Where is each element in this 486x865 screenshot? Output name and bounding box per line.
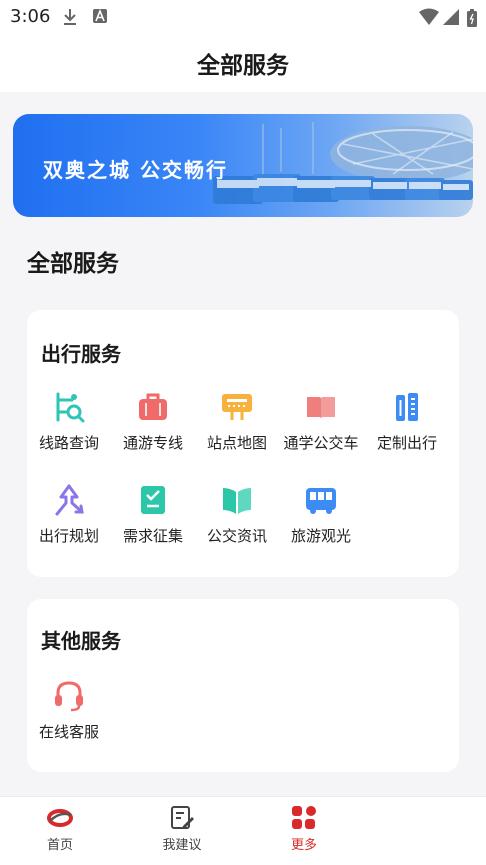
tab-label: 更多 <box>290 838 317 853</box>
tab-suggest[interactable]: 我建议 <box>132 805 232 861</box>
section-title: 全部服务 <box>27 251 119 277</box>
service-online-support[interactable]: 在线客服 <box>25 679 113 759</box>
clipboard-check-icon <box>141 486 165 514</box>
home-logo-icon <box>47 809 73 827</box>
status-bar: 3:06 <box>0 0 486 34</box>
service-label: 定制出行 <box>376 434 437 452</box>
service-label: 线路查询 <box>38 434 99 452</box>
more-grid-icon <box>292 806 316 829</box>
wifi-icon <box>418 8 440 30</box>
service-demand-collect[interactable]: 需求征集 <box>109 483 197 563</box>
status-time: 3:06 <box>10 6 51 27</box>
service-custom-travel[interactable]: 定制出行 <box>363 390 451 470</box>
tab-more[interactable]: 更多 <box>254 805 354 861</box>
bus-icon <box>306 488 336 514</box>
service-label: 在线客服 <box>38 723 99 741</box>
service-label: 旅游观光 <box>290 527 351 545</box>
signal-icon <box>442 8 460 30</box>
service-tour-line[interactable]: 通游专线 <box>109 390 197 470</box>
service-label: 需求征集 <box>122 527 183 545</box>
battery-icon <box>466 8 478 32</box>
service-label: 站点地图 <box>206 434 267 452</box>
other-services-title: 其他服务 <box>41 629 121 653</box>
route-search-icon <box>56 392 85 423</box>
book-icon <box>307 397 335 419</box>
page-title: 全部服务 <box>197 53 289 79</box>
open-book-icon <box>223 488 251 514</box>
service-label: 通游专线 <box>122 434 183 452</box>
download-icon <box>62 8 78 30</box>
tab-label: 首页 <box>46 838 73 853</box>
briefcase-icon <box>139 393 167 420</box>
service-label: 公交资讯 <box>206 527 267 545</box>
station-sign-icon <box>222 394 252 420</box>
service-sightseeing[interactable]: 旅游观光 <box>277 483 365 563</box>
nav-bar: 全部服务 <box>0 34 486 92</box>
service-trip-planning[interactable]: 出行规划 <box>25 483 113 563</box>
headset-icon <box>55 681 83 712</box>
custom-ruler-icon <box>396 393 418 421</box>
tab-label: 我建议 <box>162 838 202 853</box>
banner-slogan: 双奥之城 公交畅行 <box>43 158 228 182</box>
service-route-search[interactable]: 线路查询 <box>25 390 113 470</box>
service-bus-news[interactable]: 公交资讯 <box>193 483 281 563</box>
other-services-card: 其他服务 在线客服 <box>27 599 459 772</box>
promo-banner[interactable]: 双奥之城 公交畅行 <box>13 114 473 217</box>
bottom-tab-bar: 首页 我建议 更多 <box>0 796 486 865</box>
plan-arrow-icon <box>55 484 84 516</box>
tab-home[interactable]: 首页 <box>10 805 110 861</box>
travel-services-title: 出行服务 <box>41 342 121 366</box>
a-badge-icon <box>93 8 107 28</box>
service-school-bus[interactable]: 通学公交车 <box>277 390 365 470</box>
service-station-map[interactable]: 站点地图 <box>193 390 281 470</box>
edit-note-icon <box>171 806 194 829</box>
travel-services-card: 出行服务 线路查询 通游专线 站点地图 通学公交车 定制出行 出行规划 需求征集… <box>27 310 459 577</box>
service-label: 通学公交车 <box>283 434 359 452</box>
service-label: 出行规划 <box>38 527 99 545</box>
